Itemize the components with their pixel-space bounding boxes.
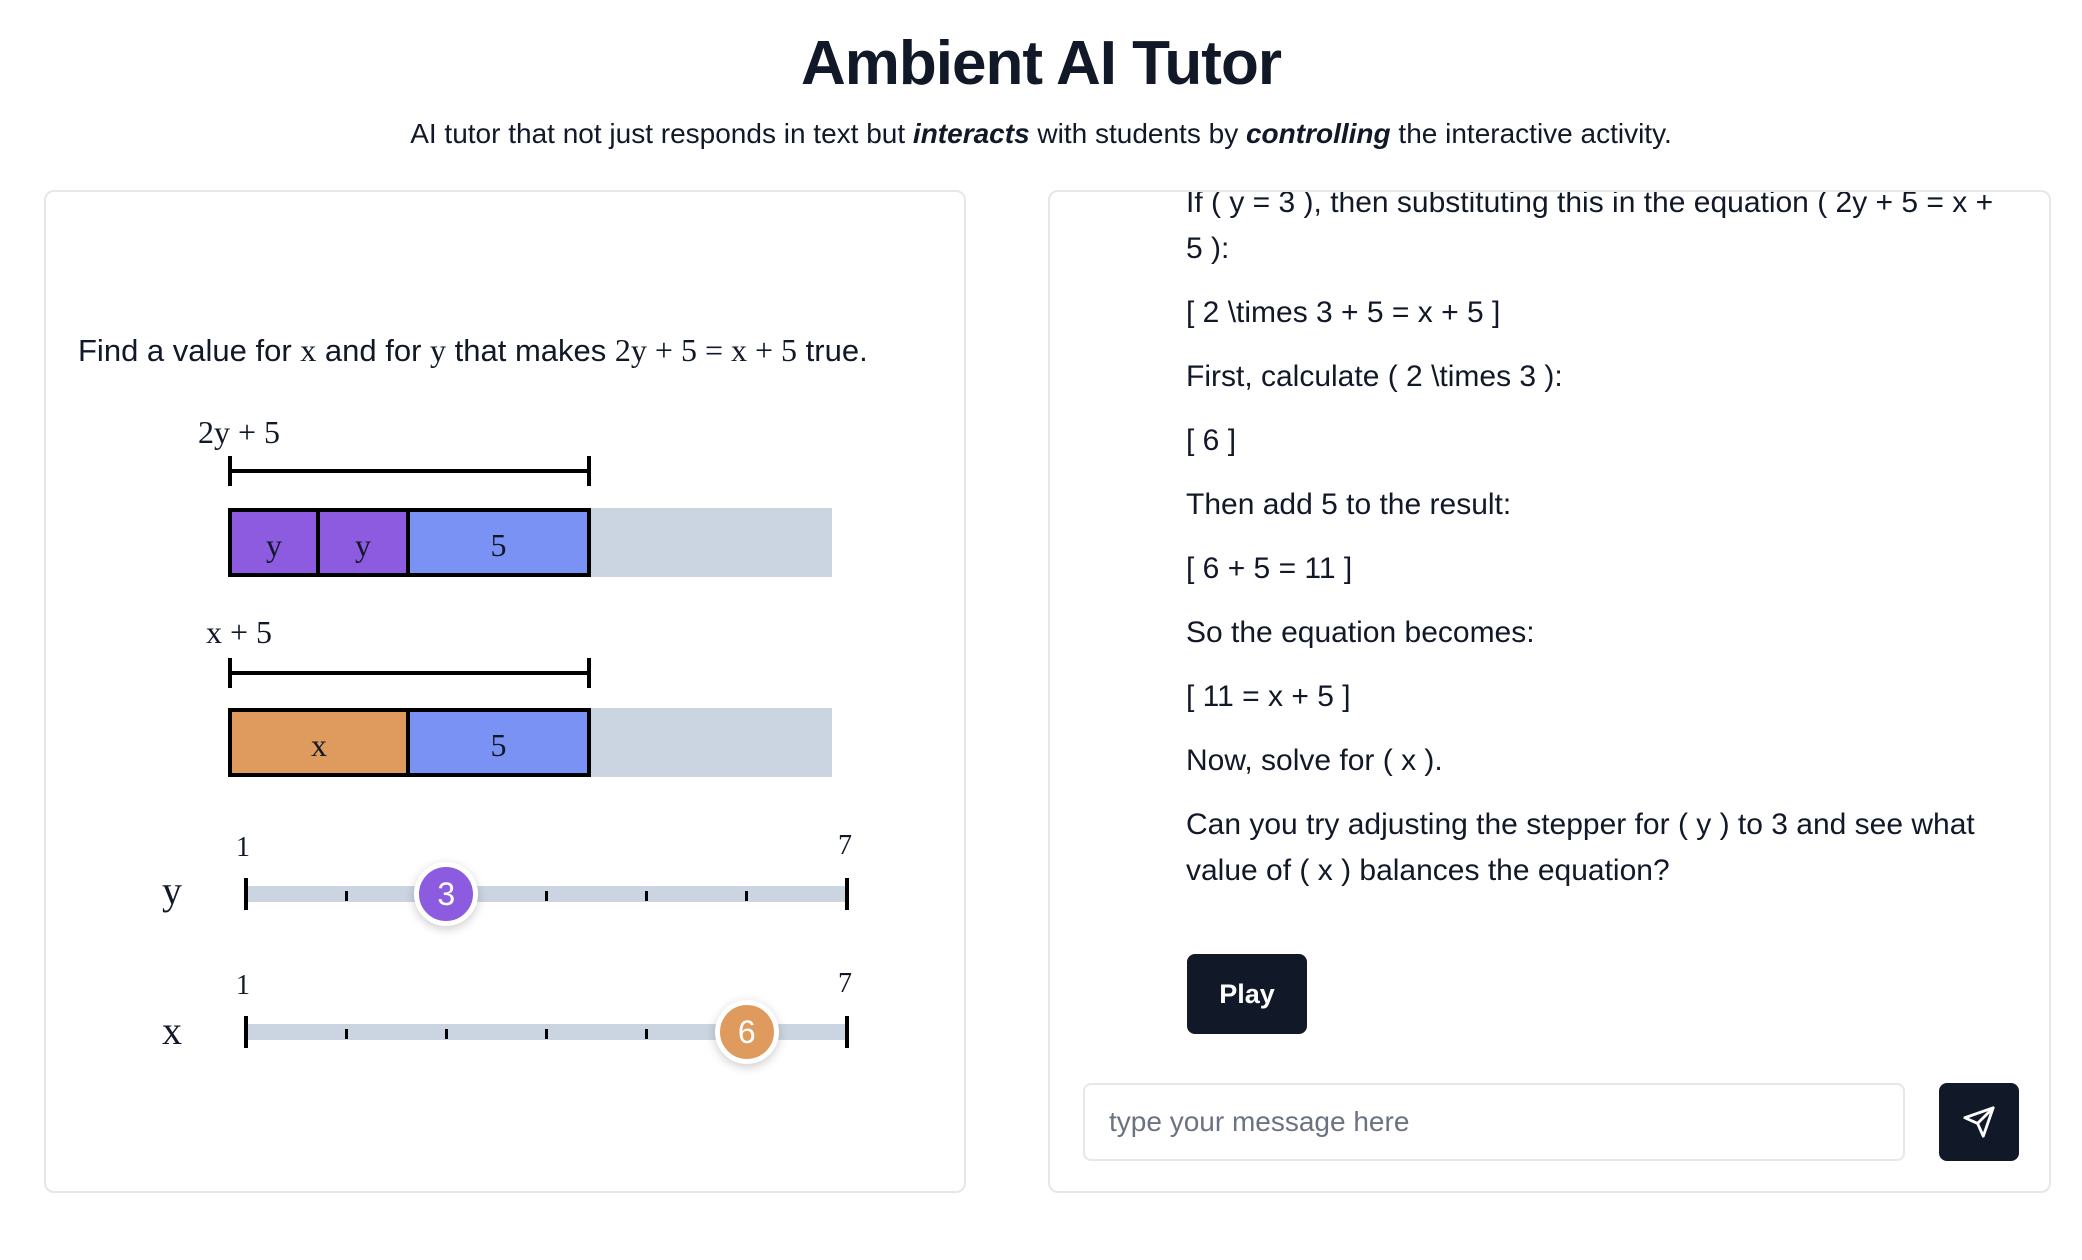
stepper-tick bbox=[344, 1029, 348, 1039]
chat-message: Can you try adjusting the stepper for ( … bbox=[1186, 808, 1975, 887]
x-stepper-min: 1 bbox=[236, 970, 250, 1001]
chat-panel: If ( y = 3 ), then substituting this in … bbox=[1048, 190, 2051, 1193]
bar-segment-y: y bbox=[316, 508, 410, 577]
question-text: Find a value for x and for y that makes … bbox=[78, 332, 868, 368]
x-stepper-label: x bbox=[162, 1008, 182, 1053]
stepper-end-tick bbox=[244, 1016, 248, 1048]
chat-message: Then add 5 to the result: bbox=[1186, 488, 1512, 521]
send-icon bbox=[1963, 1106, 1995, 1138]
subtitle-text: the interactive activity. bbox=[1390, 118, 1672, 149]
play-button[interactable]: Play bbox=[1187, 954, 1307, 1034]
chat-message: [ 6 + 5 = 11 ] bbox=[1186, 552, 1353, 585]
y-stepper-max: 7 bbox=[838, 830, 852, 861]
stepper-end-tick bbox=[244, 878, 248, 910]
top-bar-label: 2y + 5 bbox=[197, 414, 281, 450]
chat-message: So the equation becomes: bbox=[1186, 616, 1535, 649]
bar-segment-y: y bbox=[228, 508, 320, 577]
chat-message: If ( y = 3 ), then substituting this in … bbox=[1186, 190, 1994, 265]
stepper-tick bbox=[444, 1029, 448, 1039]
subtitle-emphasis-interacts: interacts bbox=[912, 118, 1030, 149]
bar-segment-constant: 5 bbox=[406, 508, 591, 577]
chat-message: First, calculate ( 2 \times 3 ): bbox=[1186, 360, 1563, 393]
stepper-end-tick bbox=[845, 878, 849, 910]
stepper-tick bbox=[645, 1029, 649, 1039]
chat-message: Now, solve for ( x ). bbox=[1186, 744, 1443, 777]
activity-panel: Find a value for x and for y that makes … bbox=[44, 190, 966, 1193]
bottom-bar-track: x 5 bbox=[228, 708, 832, 777]
subtitle-text: with students by bbox=[1029, 118, 1246, 149]
page-title: Ambient AI Tutor bbox=[801, 29, 1282, 98]
stepper-tick bbox=[745, 891, 749, 901]
page-subtitle: AI tutor that not just responds in text … bbox=[0, 118, 2082, 150]
subtitle-text: AI tutor that not just responds in text … bbox=[410, 118, 913, 149]
x-stepper-thumb[interactable]: 6 bbox=[714, 1000, 779, 1064]
message-input[interactable] bbox=[1083, 1083, 1905, 1161]
chat-message: [ 2 \times 3 + 5 = x + 5 ] bbox=[1186, 296, 1501, 329]
chat-message: [ 6 ] bbox=[1186, 424, 1237, 457]
bar-segment-constant: 5 bbox=[406, 708, 591, 777]
chat-messages: If ( y = 3 ), then substituting this in … bbox=[1186, 190, 1996, 912]
top-bar-bracket bbox=[228, 456, 591, 486]
y-stepper-label: y bbox=[162, 868, 182, 913]
y-stepper-min: 1 bbox=[236, 832, 250, 863]
send-button[interactable] bbox=[1939, 1083, 2019, 1161]
subtitle-emphasis-controlling: controlling bbox=[1245, 118, 1391, 149]
stepper-tick bbox=[344, 891, 348, 901]
bottom-bar-label: x + 5 bbox=[205, 614, 273, 650]
stepper-tick bbox=[645, 891, 649, 901]
y-stepper-thumb[interactable]: 3 bbox=[414, 862, 479, 926]
x-stepper-max: 7 bbox=[838, 968, 852, 999]
chat-message: [ 11 = x + 5 ] bbox=[1186, 680, 1351, 713]
stepper-tick bbox=[545, 891, 548, 901]
stepper-end-tick bbox=[845, 1016, 849, 1048]
stepper-tick bbox=[545, 1029, 548, 1039]
bottom-bar-bracket bbox=[228, 658, 591, 688]
bar-segment-x: x bbox=[228, 708, 410, 777]
top-bar-track: y y 5 bbox=[228, 508, 832, 577]
